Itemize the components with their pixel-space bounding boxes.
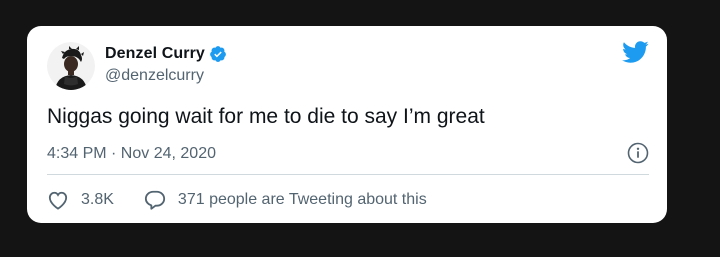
heart-icon: [47, 190, 69, 210]
verified-badge-icon: [209, 45, 227, 63]
like-count: 3.8K: [81, 191, 114, 208]
author-display-name[interactable]: Denzel Curry: [105, 45, 205, 63]
speech-bubble-icon: [144, 189, 166, 211]
author-handle[interactable]: @denzelcurry: [105, 67, 204, 85]
twitter-bird-icon[interactable]: [621, 40, 649, 64]
like-button[interactable]: 3.8K: [47, 190, 114, 210]
avatar-photo: [47, 42, 95, 90]
tweet-timestamp[interactable]: 4:34 PM · Nov 24, 2020: [47, 145, 216, 163]
info-icon[interactable]: [627, 142, 649, 164]
conversation-button[interactable]: 371 people are Tweeting about this: [144, 189, 427, 211]
avatar[interactable]: [47, 42, 95, 90]
conversation-label: 371 people are Tweeting about this: [177, 191, 427, 208]
divider: [47, 174, 649, 175]
author-row: Denzel Curry: [105, 45, 227, 63]
tweet-text: Niggas going wait for me to die to say I…: [47, 105, 485, 128]
tweet-actions: 3.8K 371 people are Tweeting about this: [47, 189, 427, 211]
tweet-card: Denzel Curry @denzelcurry Niggas going w…: [27, 26, 667, 223]
